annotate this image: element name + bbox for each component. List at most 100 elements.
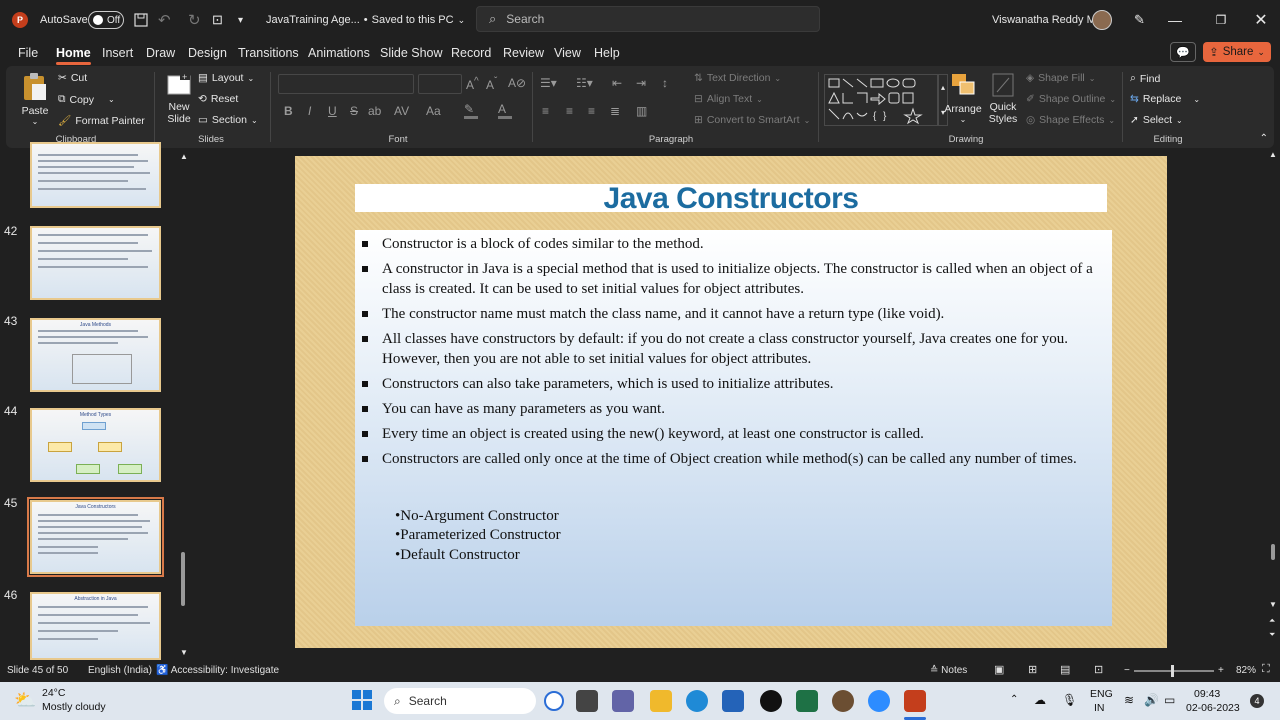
paste-button[interactable]: Paste ⌄: [20, 72, 50, 126]
layout-button[interactable]: ▤ Layout ⌄: [198, 72, 254, 84]
grow-font-icon[interactable]: A^: [466, 76, 479, 92]
bold-button[interactable]: B: [284, 104, 293, 118]
text-direction-button[interactable]: ⇅ Text Direction ⌄: [694, 72, 781, 84]
customize-toolbar-icon[interactable]: ▾: [238, 0, 243, 40]
tab-home[interactable]: Home: [56, 46, 91, 65]
next-slide-icon[interactable]: ⏷: [1269, 630, 1275, 640]
slide-sorter-icon[interactable]: ⊞: [1028, 663, 1037, 676]
search-input[interactable]: ⌕ Search: [476, 6, 820, 32]
scroll-down-icon[interactable]: ▼: [1269, 600, 1277, 609]
zoom-level[interactable]: 82%: [1236, 665, 1256, 676]
slide-thumbnail[interactable]: Java Methods: [30, 318, 161, 392]
slideshow-icon[interactable]: ⊡: [1094, 663, 1103, 676]
weather-desc[interactable]: Mostly cloudy: [42, 701, 106, 713]
scroll-up-icon[interactable]: ▲: [1269, 150, 1277, 159]
text-shadow-button[interactable]: ab: [368, 104, 381, 118]
slide-title-box[interactable]: Java Constructors: [355, 182, 1107, 215]
shape-fill-button[interactable]: ◈ Shape Fill ⌄: [1026, 72, 1095, 84]
file-explorer-icon[interactable]: [650, 690, 672, 712]
find-button[interactable]: ⌕ Find: [1130, 72, 1160, 85]
align-text-button[interactable]: ⊟ Align Text ⌄: [694, 93, 763, 105]
bing-icon[interactable]: [544, 691, 564, 711]
chevron-up-icon[interactable]: ⌃: [1010, 694, 1018, 705]
undo-icon[interactable]: ↶: [158, 0, 171, 40]
highlight-icon[interactable]: ✎: [464, 102, 478, 119]
input-language[interactable]: ENG: [1090, 688, 1113, 700]
zoom-slider-knob[interactable]: [1171, 665, 1174, 677]
document-title[interactable]: JavaTraining Age...: [266, 14, 360, 26]
excel-icon[interactable]: [796, 690, 818, 712]
shrink-font-icon[interactable]: Aˇ: [486, 76, 497, 92]
teams-icon[interactable]: [612, 690, 634, 712]
slide-canvas[interactable]: Java Constructors Constructor is a block…: [295, 156, 1167, 648]
numbering-icon[interactable]: ☷▾: [576, 76, 593, 90]
tab-transitions[interactable]: Transitions: [238, 46, 299, 60]
reset-button[interactable]: ⟲ Reset: [198, 93, 238, 105]
tab-draw[interactable]: Draw: [146, 46, 175, 60]
slide-thumbnail-selected[interactable]: Java Constructors: [27, 497, 164, 577]
comments-icon[interactable]: 💬: [1170, 42, 1196, 62]
microphone-icon[interactable]: 🎙: [1062, 693, 1077, 707]
tab-record[interactable]: Record: [451, 46, 491, 60]
select-button[interactable]: ➚ Select ⌄: [1130, 114, 1183, 126]
font-size-select[interactable]: [418, 74, 462, 94]
thumbnails-scrollbar[interactable]: [181, 552, 185, 606]
zoom-app-icon[interactable]: [868, 690, 890, 712]
save-status[interactable]: Saved to this PC: [372, 14, 454, 26]
scroll-down-icon[interactable]: ▼: [180, 648, 188, 657]
previous-slide-icon[interactable]: ⏶: [1269, 616, 1275, 626]
bullets-icon[interactable]: ☰▾: [540, 76, 557, 90]
notes-button[interactable]: ≙ Notes: [930, 665, 967, 676]
align-center-icon[interactable]: ≡: [566, 104, 573, 118]
tab-review[interactable]: Review: [503, 46, 544, 60]
clock-date[interactable]: 02-06-2023: [1186, 702, 1240, 714]
task-view-icon[interactable]: [576, 690, 598, 712]
strikethrough-button[interactable]: S: [350, 104, 358, 118]
replace-button[interactable]: ⇆ Replace ⌄: [1130, 93, 1200, 105]
scroll-up-icon[interactable]: ▲: [180, 152, 188, 161]
slide-scrollbar[interactable]: ▲ ▼ ⏶ ⏷: [1266, 148, 1280, 660]
edge-icon[interactable]: [686, 690, 708, 712]
powerpoint-taskbar-icon[interactable]: [904, 690, 926, 712]
redo-icon[interactable]: ↻: [188, 0, 201, 40]
collapse-ribbon-icon[interactable]: ⌃: [1260, 133, 1268, 144]
font-color-icon[interactable]: A: [498, 102, 512, 119]
user-name[interactable]: Viswanatha Reddy M: [992, 14, 1096, 26]
volume-icon[interactable]: 🔊: [1144, 693, 1159, 707]
tab-help[interactable]: Help: [594, 46, 620, 60]
change-case-button[interactable]: Aa: [426, 104, 441, 118]
arrange-button[interactable]: Arrange ⌄: [940, 72, 986, 124]
tab-design[interactable]: Design: [188, 46, 227, 60]
slide-thumbnail[interactable]: [30, 142, 161, 208]
battery-icon[interactable]: ▭: [1164, 693, 1175, 707]
wifi-icon[interactable]: ≋: [1124, 693, 1134, 707]
zoom-out-icon[interactable]: −: [1124, 665, 1130, 676]
windows-start-icon[interactable]: [352, 690, 372, 713]
section-button[interactable]: ▭ Section ⌄: [198, 114, 258, 126]
minimize-icon[interactable]: —: [1152, 0, 1198, 40]
zoom-slider[interactable]: [1134, 665, 1214, 677]
normal-view-icon[interactable]: ▣: [994, 663, 1004, 676]
present-icon[interactable]: ⊡: [212, 0, 223, 40]
font-family-select[interactable]: [278, 74, 414, 94]
slide-thumbnail[interactable]: Abstraction in Java: [30, 592, 161, 660]
new-slide-button[interactable]: + New Slide: [160, 72, 198, 125]
convert-smartart-button[interactable]: ⊞ Convert to SmartArt ⌄: [694, 114, 810, 126]
input-region[interactable]: IN: [1094, 702, 1105, 714]
share-button[interactable]: ⇪ Share ⌄: [1203, 42, 1271, 62]
close-icon[interactable]: ✕: [1238, 0, 1280, 40]
slide-content-box[interactable]: Constructor is a block of codes similar …: [355, 230, 1112, 626]
align-left-icon[interactable]: ≡: [542, 104, 549, 118]
tab-file[interactable]: File: [18, 46, 38, 60]
justify-icon[interactable]: ≣: [610, 104, 620, 118]
slide-thumbnail[interactable]: Method Types: [30, 408, 161, 482]
notification-badge[interactable]: 4: [1250, 694, 1264, 708]
shape-outline-button[interactable]: ✐ Shape Outline ⌄: [1026, 93, 1116, 105]
format-painter-button[interactable]: 🖌 Format Painter: [58, 114, 145, 128]
line-spacing-icon[interactable]: ↕: [662, 76, 668, 90]
tab-slide-show[interactable]: Slide Show: [380, 46, 443, 60]
slide-thumbnail[interactable]: [30, 226, 161, 300]
tab-view[interactable]: View: [554, 46, 581, 60]
shape-effects-button[interactable]: ◎ Shape Effects ⌄: [1026, 114, 1115, 126]
weather-temp[interactable]: 24°C: [42, 687, 65, 699]
